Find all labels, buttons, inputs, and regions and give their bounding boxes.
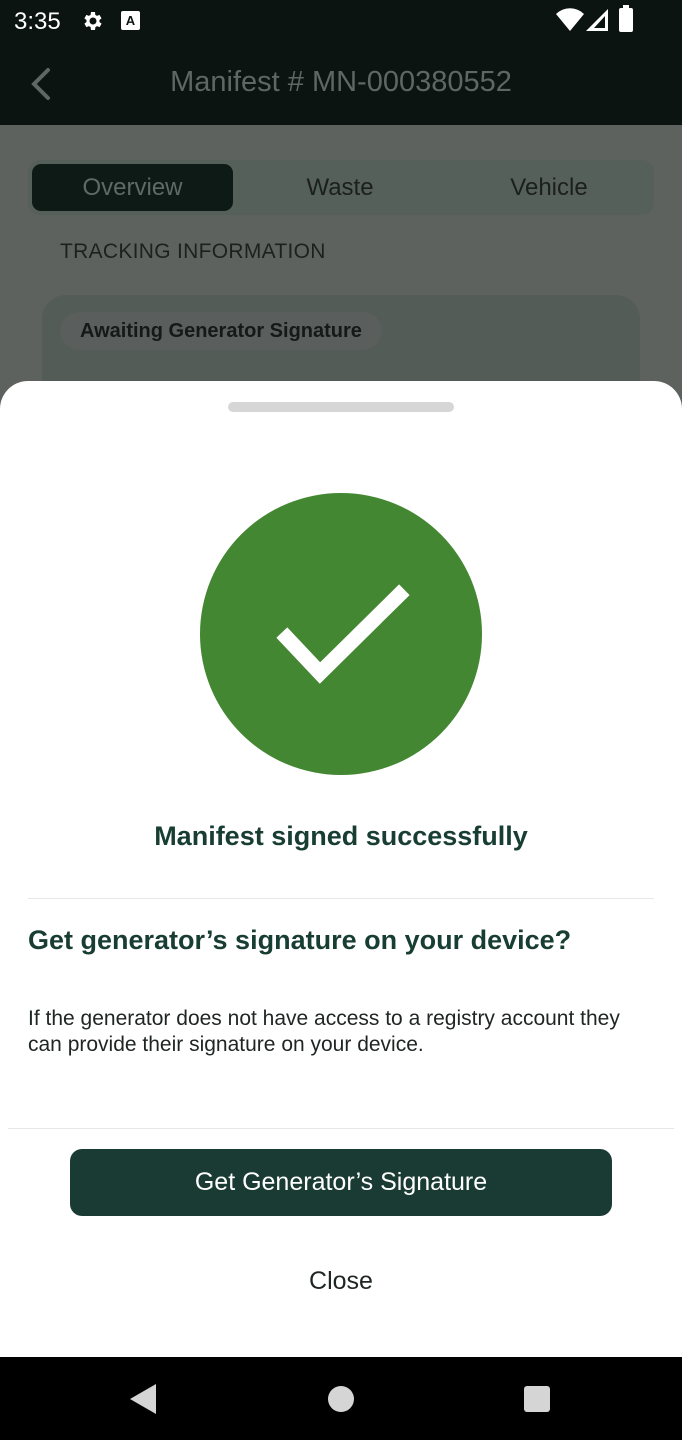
status-bar: 3:35 A [0,0,682,44]
status-time: 3:35 [14,8,61,35]
divider [8,1128,674,1129]
app-bar: Manifest # MN-000380552 [0,44,682,125]
tab-waste[interactable]: Waste [240,164,440,211]
get-generator-signature-button[interactable]: Get Generator’s Signature [70,1149,612,1216]
nav-recents-icon[interactable] [524,1386,550,1412]
wifi-icon [556,8,584,32]
signature-description: If the generator does not have access to… [28,1007,620,1056]
success-bottom-sheet: Manifest signed successfully Get generat… [0,381,682,1357]
battery-icon [619,5,633,32]
gear-icon [84,12,102,30]
divider [28,898,654,899]
signature-question: Get generator’s signature on your device… [28,925,572,955]
close-button[interactable]: Close [241,1255,441,1307]
success-title: Manifest signed successfully [154,821,528,851]
tab-bar: Overview Waste Vehicle [28,160,654,215]
signal-icon [586,9,608,31]
checkmark-icon [276,584,410,684]
status-badge: Awaiting Generator Signature [60,312,382,350]
tab-vehicle[interactable]: Vehicle [448,164,650,211]
tracking-section-label: TRACKING INFORMATION [60,240,326,263]
page-title: Manifest # MN-000380552 [170,66,512,98]
success-circle [200,493,482,775]
system-nav-bar [0,1357,682,1440]
a-icon: A [121,11,140,30]
nav-back-icon[interactable] [130,1384,156,1414]
drag-handle[interactable] [228,402,454,412]
nav-home-icon[interactable] [328,1386,354,1412]
tab-overview[interactable]: Overview [32,164,233,211]
